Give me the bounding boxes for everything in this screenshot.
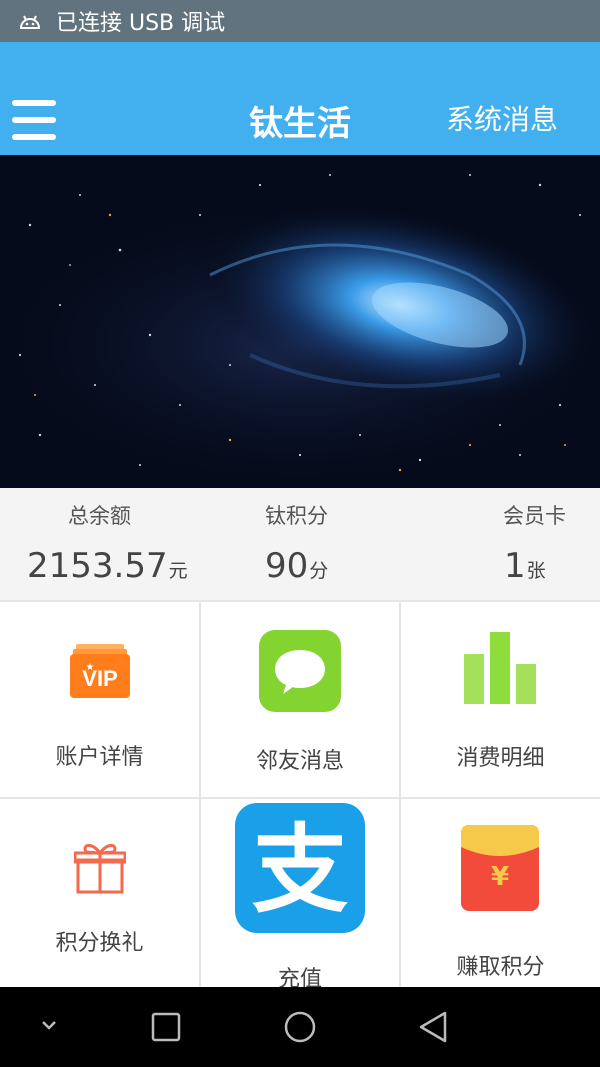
member-card-stat[interactable]: 会员卡 1张 [400, 488, 600, 600]
neighbor-messages-tile[interactable]: 邻友消息 [201, 602, 399, 797]
red-packet-icon: ¥ [461, 825, 539, 911]
total-balance-stat[interactable]: 总余额 2153.57元 [0, 488, 200, 600]
alipay-icon: 支 [235, 803, 365, 933]
status-bar: 已连接 USB 调试 [0, 0, 600, 42]
recharge-tile[interactable]: 支 充值 [201, 799, 399, 992]
spending-details-tile[interactable]: 消费明细 [401, 602, 600, 797]
svg-text:¥: ¥ [491, 862, 509, 892]
stat-value: 2153.57元 [27, 546, 188, 586]
app-bar: 钛生活 系统消息 [0, 42, 600, 155]
banner-image[interactable] [0, 155, 600, 488]
chat-bubble-icon [259, 630, 341, 712]
stat-label: 钛积分 [265, 504, 328, 528]
points-stat[interactable]: 钛积分 90分 [200, 488, 400, 600]
gift-icon [74, 843, 126, 894]
svg-text:支: 支 [252, 814, 348, 926]
status-text: 已连接 USB 调试 [56, 11, 226, 36]
system-nav-bar [0, 987, 600, 1067]
earn-points-tile[interactable]: ¥ 赚取积分 [401, 799, 600, 987]
android-debug-icon [19, 15, 41, 29]
stat-value: 1张 [504, 546, 546, 586]
tile-label: 邻友消息 [255, 749, 344, 774]
vip-card-icon: VIP ★ [70, 644, 130, 698]
recents-square-icon[interactable] [150, 1011, 182, 1043]
stat-value: 90分 [265, 546, 329, 586]
tile-label: 消费明细 [456, 746, 545, 771]
svg-text:★: ★ [86, 662, 95, 673]
tile-label: 账户详情 [55, 745, 144, 770]
back-triangle-icon[interactable] [416, 1009, 450, 1045]
feature-grid: VIP ★ 账户详情 邻友消息 消费明细 积分换礼 支 充值 ¥ 赚取积分 [0, 600, 600, 992]
chevron-down-icon[interactable] [38, 1017, 60, 1033]
account-details-tile[interactable]: VIP ★ 账户详情 [0, 602, 199, 797]
points-exchange-tile[interactable]: 积分换礼 [0, 799, 199, 987]
tile-label: 积分换礼 [55, 931, 144, 956]
stats-summary: 总余额 2153.57元 钛积分 90分 会员卡 1张 [0, 488, 600, 600]
tile-label: 赚取积分 [456, 955, 545, 980]
system-messages-button[interactable]: 系统消息 [446, 98, 558, 138]
bar-chart-icon [464, 632, 536, 704]
home-circle-icon[interactable] [282, 1009, 318, 1045]
stat-label: 会员卡 [503, 504, 566, 528]
stat-label: 总余额 [68, 504, 131, 528]
